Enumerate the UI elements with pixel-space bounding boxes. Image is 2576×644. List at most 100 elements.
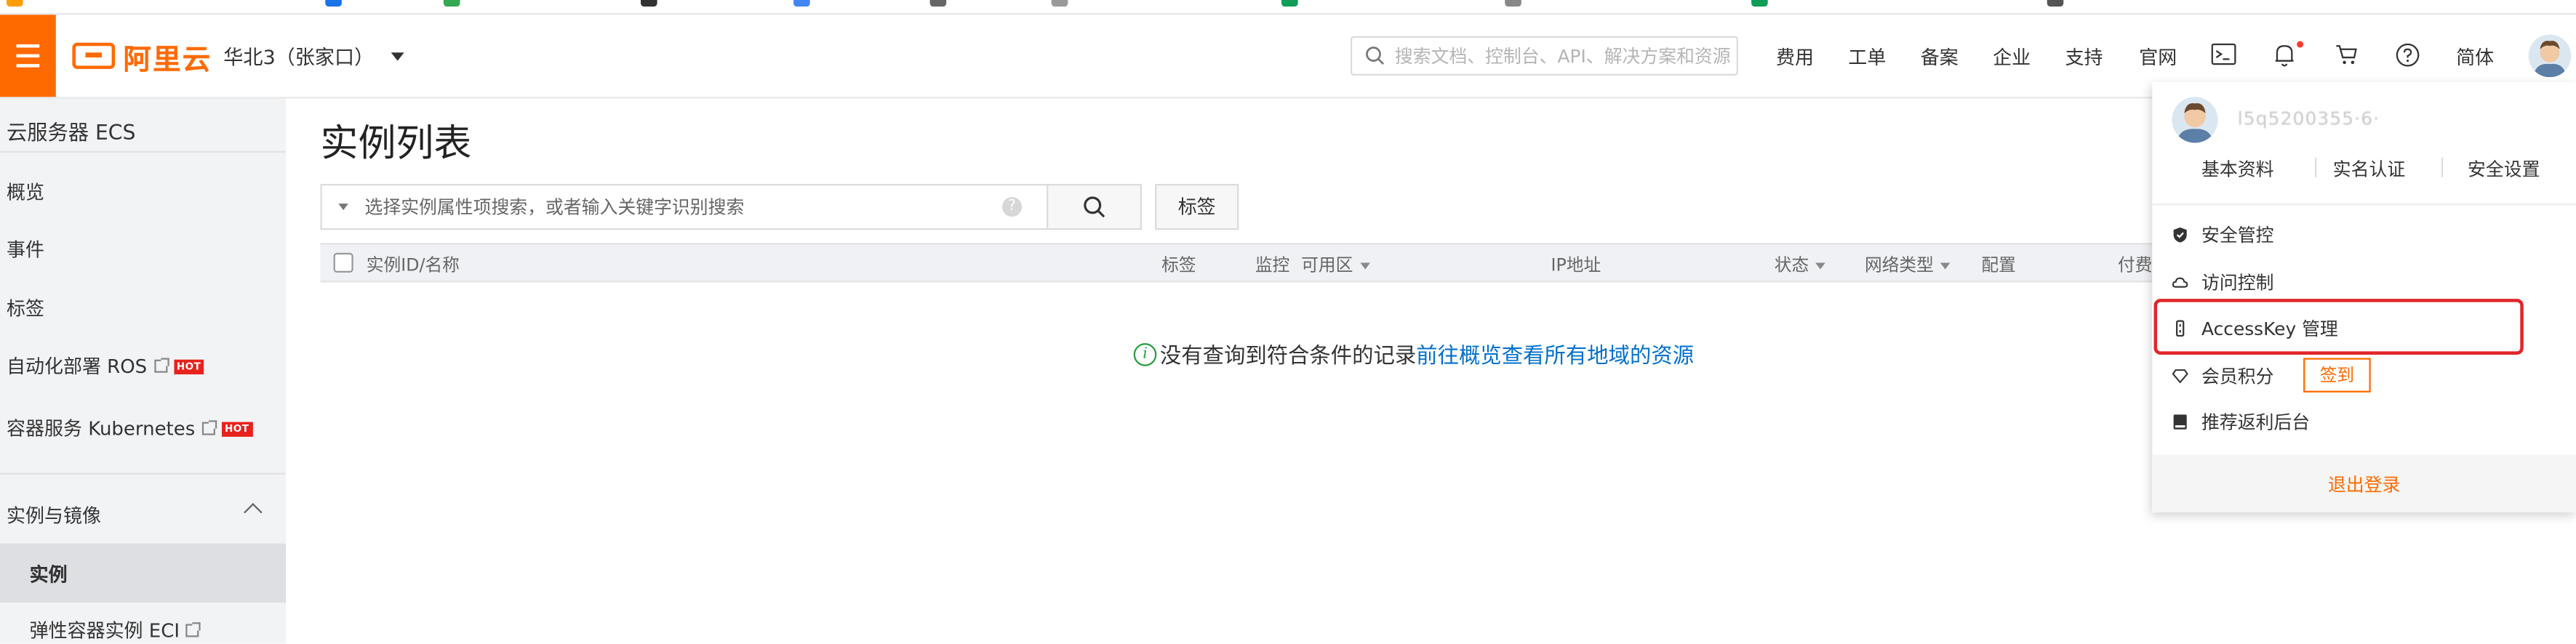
column-zone-label: 可用区 (1301, 256, 1353, 276)
menu-access-control[interactable]: 访问控制 (2172, 269, 2273, 295)
menu-item-label: 推荐返利后台 (2201, 412, 2311, 434)
sidebar-item-overview[interactable]: 概览 (7, 179, 44, 205)
aliyun-logo[interactable]: 阿里云 (72, 38, 212, 77)
logout-button[interactable]: 退出登录 (2152, 454, 2576, 512)
region-label: 华北3（张家口） (223, 46, 375, 69)
empty-message: 没有查询到符合条件的记录 (1159, 345, 1417, 370)
tag-filter-button[interactable]: 标签 (1155, 184, 1239, 230)
diamond-icon (2172, 368, 2188, 383)
column-billing: 付费 (2117, 256, 2153, 276)
column-tags: 标签 (1161, 256, 1196, 276)
sidebar-divider (0, 150, 287, 153)
browser-bookmark-bar (0, 0, 2576, 15)
menu-item-label: 会员积分 (2201, 365, 2274, 387)
account-dropdown: l5q5200355·6· 基本资料 实名认证 安全设置 安全管控 访问控制 A… (2152, 81, 2576, 512)
external-link-icon (153, 358, 169, 373)
hot-badge: HOT (221, 421, 252, 436)
link-divider (2441, 157, 2444, 177)
help-icon[interactable] (2396, 43, 2420, 68)
column-monitoring: 监控 (1255, 256, 1290, 276)
sidebar-item-label: 标签 (7, 297, 44, 321)
link-divider (2314, 157, 2317, 177)
aliyun-logo-text: 阿里云 (123, 43, 212, 77)
caret-down-icon (390, 52, 404, 61)
sidebar-divider (0, 472, 287, 475)
sidebar-item-label: 事件 (7, 238, 44, 262)
sidebar-item-instances[interactable]: 实例 (30, 562, 68, 588)
book-icon (2173, 414, 2187, 430)
shield-icon (2173, 227, 2187, 243)
page-title: 实例列表 (320, 123, 472, 166)
menu-accesskey-management[interactable]: AccessKey 管理 (2172, 315, 2338, 342)
chevron-up-icon[interactable] (244, 503, 263, 522)
profile-link[interactable]: 基本资料 (2201, 156, 2273, 182)
menu-item-label: 安全管控 (2201, 225, 2274, 246)
caret-down-icon[interactable] (338, 204, 348, 211)
nav-support[interactable]: 支持 (2065, 44, 2103, 71)
real-name-link[interactable]: 实名认证 (2333, 156, 2405, 182)
security-settings-link[interactable]: 安全设置 (2468, 156, 2540, 182)
filter-caret-icon (1815, 262, 1825, 269)
region-selector[interactable]: 华北3（张家口） (223, 43, 404, 71)
search-icon (1084, 196, 1105, 218)
search-icon (1366, 47, 1385, 65)
column-instance-id: 实例ID/名称 (366, 256, 460, 276)
menu-member-points[interactable]: 会员积分 签到 (2172, 358, 2371, 393)
menu-referral-rebate[interactable]: 推荐返利后台 (2172, 408, 2310, 435)
nav-official-site[interactable]: 官网 (2139, 44, 2177, 71)
menu-item-label: 访问控制 (2201, 272, 2274, 294)
sidebar-item-ros[interactable]: 自动化部署 ROS HOT (7, 353, 204, 379)
empty-state: i 没有查询到符合条件的记录 前往概览查看所有地域的资源 (1133, 338, 1694, 370)
global-search-input[interactable] (1385, 45, 1732, 67)
column-zone[interactable]: 可用区 (1301, 253, 1369, 278)
nav-enterprise[interactable]: 企业 (1993, 44, 2031, 71)
aliyun-logo-mark (72, 42, 116, 69)
sidebar-title: 云服务器 ECS (7, 119, 136, 145)
account-divider (2152, 204, 2576, 206)
select-all-checkbox[interactable] (333, 252, 353, 273)
sidebar-item-label: 实例 (29, 563, 68, 587)
account-avatar (2172, 97, 2218, 143)
info-icon: i (1133, 342, 1157, 366)
menu-item-label: AccessKey 管理 (2201, 318, 2338, 340)
sidebar-group-instances-images[interactable]: 实例与镜像 (7, 502, 101, 528)
menu-icon[interactable] (0, 15, 56, 97)
sidebar-item-tags[interactable]: 标签 (7, 296, 44, 322)
column-config: 配置 (1981, 256, 2016, 276)
language-switch[interactable]: 简体 (2456, 44, 2494, 71)
sign-in-button[interactable]: 签到 (2303, 358, 2371, 393)
column-network-type[interactable]: 网络类型 (1865, 253, 1951, 278)
sidebar-item-kubernetes[interactable]: 容器服务 Kubernetes HOT (7, 416, 252, 442)
account-username: l5q5200355·6· (2237, 108, 2380, 130)
cart-icon[interactable] (2335, 43, 2359, 66)
bell-icon[interactable] (2273, 43, 2295, 68)
key-icon (2176, 320, 2185, 337)
sidebar-item-events[interactable]: 事件 (7, 236, 44, 262)
global-search[interactable] (1350, 36, 1739, 76)
sidebar-item-eci[interactable]: 弹性容器实例 ECI (29, 617, 201, 643)
terminal-icon[interactable] (2211, 43, 2236, 66)
filter-caret-icon (1359, 262, 1369, 269)
nav-icp[interactable]: 备案 (1921, 44, 1959, 71)
instance-filter-input[interactable] (361, 194, 993, 220)
nav-fees[interactable]: 费用 (1776, 44, 1814, 71)
external-link-icon (201, 420, 217, 435)
column-ip: IP地址 (1551, 256, 1601, 276)
sidebar: 云服务器 ECS 概览 事件 标签 自动化部署 ROS HOT 容器服务 Kub… (0, 98, 287, 644)
instance-filter[interactable]: ? (320, 184, 1049, 230)
user-avatar[interactable] (2528, 34, 2572, 78)
filter-caret-icon (1940, 262, 1951, 269)
sidebar-item-label: 概览 (7, 180, 44, 204)
external-link-icon (186, 622, 201, 637)
help-icon[interactable]: ? (1001, 197, 1023, 217)
view-all-regions-link[interactable]: 前往概览查看所有地域的资源 (1416, 338, 1694, 369)
sidebar-item-label: 弹性容器实例 ECI (29, 619, 180, 643)
sidebar-item-label: 容器服务 Kubernetes (7, 416, 196, 440)
nav-tickets[interactable]: 工单 (1848, 44, 1886, 71)
sidebar-item-label: 自动化部署 ROS (7, 354, 148, 378)
menu-security-control[interactable]: 安全管控 (2172, 222, 2273, 248)
hot-badge: HOT (173, 358, 204, 374)
search-button[interactable] (1046, 184, 1143, 230)
column-status[interactable]: 状态 (1775, 253, 1825, 278)
column-status-label: 状态 (1774, 256, 1809, 276)
